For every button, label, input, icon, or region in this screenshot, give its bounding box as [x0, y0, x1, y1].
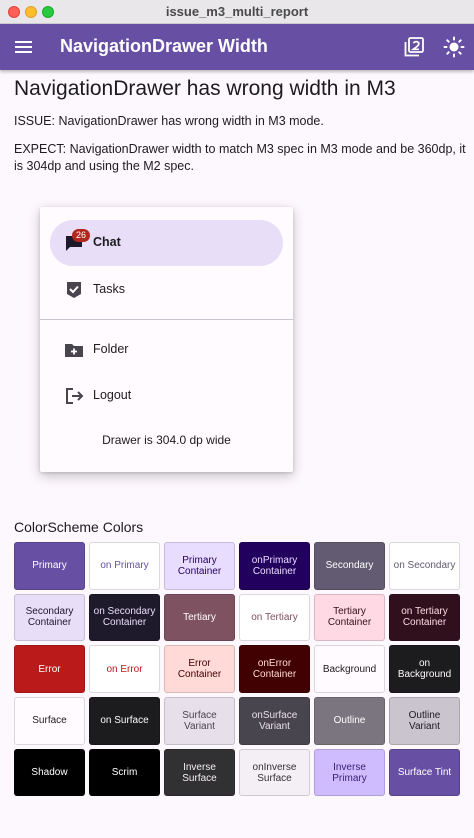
brightness-icon[interactable] [443, 36, 465, 58]
drawer-item-label: Tasks [93, 282, 125, 296]
color-swatch: Surface Tint [389, 748, 460, 797]
expect-text: EXPECT: NavigationDrawer width to match … [14, 142, 466, 173]
color-swatch: Outline Variant [389, 697, 460, 745]
color-swatch: onSurface Variant [239, 697, 310, 745]
app-bar-title: NavigationDrawer Width [60, 36, 268, 56]
color-swatch: Tertiary [164, 593, 235, 642]
color-swatch: Error [14, 645, 85, 693]
color-swatch: Outline [314, 697, 385, 745]
color-swatch: on Secondary Container [89, 593, 160, 642]
color-swatch: Error Container [164, 645, 235, 693]
drawer-item-label: Folder [93, 342, 129, 356]
issue-text: ISSUE: NavigationDrawer has wrong width … [14, 114, 324, 128]
color-swatch: Surface Variant [164, 697, 235, 745]
navigation-drawer: 26 Chat Tasks Folder Logout Drawer is 30… [40, 207, 293, 472]
colorscheme-grid: Primary on Primary Primary Container onPrim… [14, 542, 461, 797]
window-titlebar: issue_m3_multi_report [0, 0, 474, 24]
color-swatch: Shadow [14, 748, 85, 797]
window-title: issue_m3_multi_report [165, 4, 309, 19]
chat-badge: 26 [72, 229, 90, 242]
app-bar: NavigationDrawer Width [0, 24, 474, 70]
color-swatch: Secondary [314, 542, 385, 590]
color-swatch: Inverse Primary [314, 748, 385, 797]
color-swatch: on Error [89, 645, 160, 693]
color-swatch: onError Container [239, 645, 310, 693]
color-swatch: Secondary Container [14, 593, 85, 642]
drawer-divider [40, 319, 293, 320]
page-heading: NavigationDrawer has wrong width in M3 [14, 77, 396, 100]
drawer-width-note: Drawer is 304.0 dp wide [102, 433, 231, 447]
colorscheme-title: ColorScheme Colors [14, 519, 144, 535]
color-swatch: Surface [14, 697, 85, 745]
drawer-item-label: Logout [93, 388, 132, 402]
menu-icon[interactable] [14, 37, 34, 57]
color-swatch: Tertiary Container [314, 593, 385, 642]
drawer-item-label: Chat [93, 235, 121, 249]
filter-2-icon[interactable] [403, 36, 425, 58]
folder-add-icon [64, 340, 84, 360]
color-swatch: on Tertiary Container [389, 593, 460, 642]
color-swatch: on Secondary [389, 542, 460, 590]
drawer-item-tasks[interactable]: Tasks [50, 267, 283, 313]
color-swatch: on Background [389, 645, 460, 693]
color-swatch: Primary Container [164, 542, 235, 590]
logout-icon [64, 386, 84, 406]
color-swatch: on Primary [89, 542, 160, 590]
color-swatch: onPrimary Container [239, 542, 310, 590]
color-swatch: Background [314, 645, 385, 693]
drawer-item-logout[interactable]: Logout [50, 373, 283, 419]
color-swatch: Scrim [89, 748, 160, 797]
color-swatch: Primary [14, 542, 85, 590]
color-swatch: on Surface [89, 697, 160, 745]
drawer-item-folder[interactable]: Folder [50, 327, 283, 373]
color-swatch: onInverse Surface [239, 748, 310, 797]
drawer-item-chat[interactable]: 26 Chat [50, 220, 283, 266]
color-swatch: on Tertiary [239, 593, 310, 642]
task-check-icon [64, 280, 84, 300]
color-swatch: Inverse Surface [164, 748, 235, 797]
